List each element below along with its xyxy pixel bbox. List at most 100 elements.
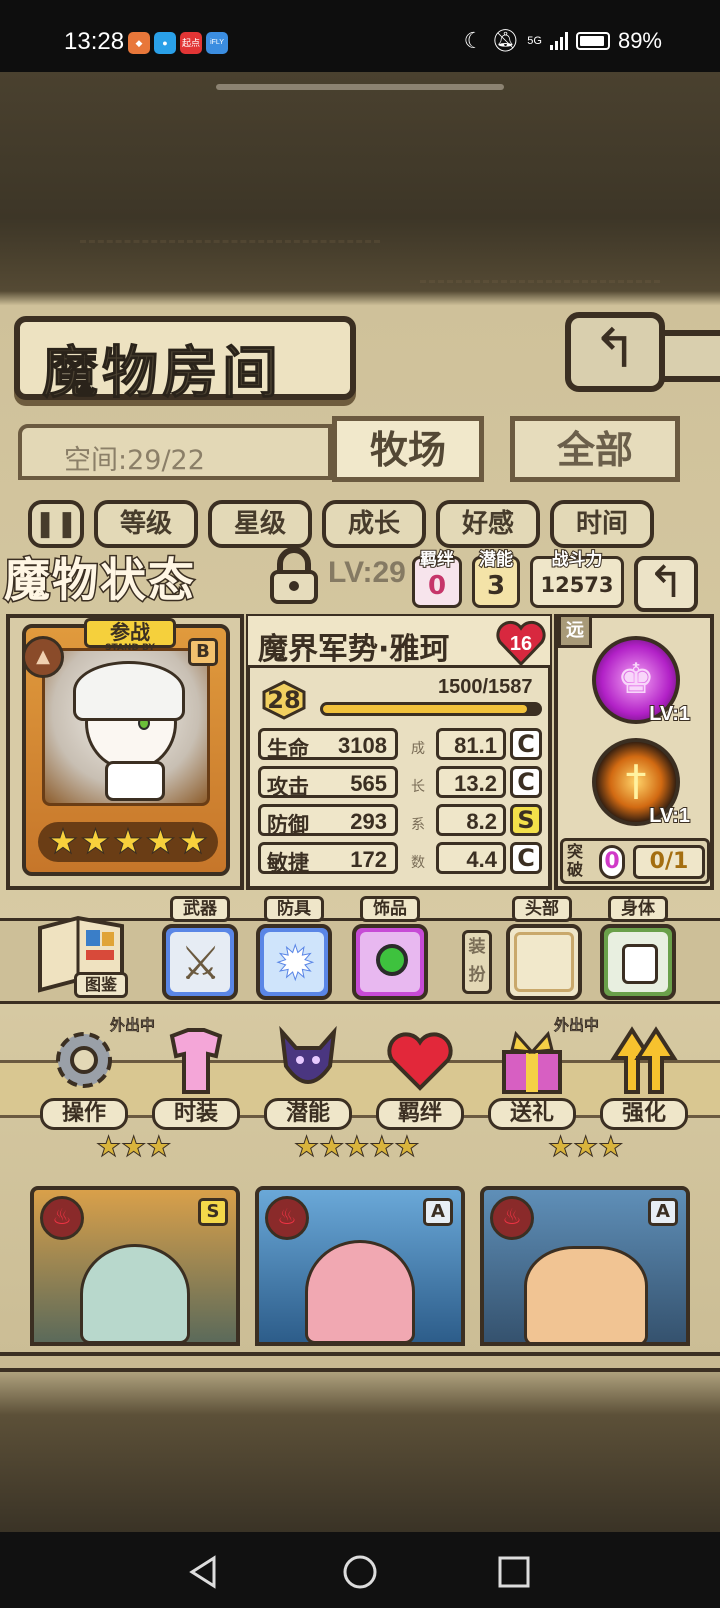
growth-label: 长 xyxy=(411,779,425,795)
affection-heart-icon: 16 xyxy=(496,620,546,667)
rank-badge: B xyxy=(188,638,218,666)
slot-label-armor: 防具 xyxy=(264,896,324,922)
drag-handle[interactable] xyxy=(216,84,504,90)
filter-level[interactable]: 等级 xyxy=(94,500,198,548)
star-icon: ★ xyxy=(177,822,209,863)
range-tag: 远 xyxy=(558,614,592,648)
signal-icon xyxy=(549,32,568,50)
slot-label-weapon: 武器 xyxy=(170,896,230,922)
shadow-demon-icon xyxy=(279,1025,337,1084)
monster-card-thumb[interactable]: ♨ S xyxy=(30,1186,240,1346)
ice-crystal-armor-icon: ✹ xyxy=(264,932,324,992)
filter-star[interactable]: 星级 xyxy=(208,500,312,548)
rank-badge: A xyxy=(423,1198,453,1226)
system-indicators: ☾ 🔕︎ 5G 89% xyxy=(464,28,662,54)
body-slot[interactable] xyxy=(600,924,676,1000)
battery-percent: 89% xyxy=(617,28,662,53)
star-rating: ★★★ xyxy=(547,1130,624,1164)
bottom-rail xyxy=(0,1352,720,1372)
filter-growth[interactable]: 成长 xyxy=(322,500,426,548)
monster-portrait xyxy=(524,1246,648,1342)
hearts-icon xyxy=(387,1032,453,1091)
monster-portrait xyxy=(42,648,210,806)
fire-sword-skill-icon[interactable]: † LV:1 xyxy=(592,738,691,828)
slot-label-head: 头部 xyxy=(512,896,572,922)
filter-time[interactable]: 时间 xyxy=(550,500,654,548)
return-arrow-icon[interactable]: ↰ xyxy=(634,556,698,612)
pause-sort-icon[interactable]: ❚❚ xyxy=(28,500,84,548)
growth-label: 成 xyxy=(411,741,425,757)
eye-accessory-icon xyxy=(360,932,420,992)
star-rating: ★★★★★ xyxy=(38,822,218,863)
status-bar: 13:28 ◆ ● 起点 iFLY ☾ 🔕︎ 5G 89% xyxy=(0,0,720,72)
chess-king-skill-icon[interactable]: ♚ LV:1 xyxy=(592,636,691,726)
slot-label-accessory: 饰品 xyxy=(360,896,420,922)
growth-label: 系 xyxy=(411,817,425,833)
weapon-slot[interactable]: ⚔ xyxy=(162,924,238,1000)
tab-all[interactable]: 全部 xyxy=(510,416,680,482)
navigation-bar xyxy=(0,1532,720,1608)
level-label: LV:29 xyxy=(328,556,406,589)
growth-label: 数 xyxy=(411,855,425,871)
monster-name: 魔界军势·雅珂 xyxy=(258,632,450,667)
monster-card-thumb[interactable]: ♨ A xyxy=(255,1186,465,1346)
back-button-tail xyxy=(660,330,720,382)
fire-element-icon: ♨ xyxy=(40,1196,84,1240)
padlock-icon[interactable] xyxy=(264,546,324,606)
stat-hp: 生命 3108 xyxy=(258,728,398,761)
return-arrow-icon[interactable]: ↰ xyxy=(565,312,665,392)
action-operate[interactable]: 操作 xyxy=(38,1022,130,1132)
action-gift[interactable]: 送礼 xyxy=(486,1022,578,1132)
potential-counter: 潜能 3 xyxy=(472,549,520,608)
network-label: 5G xyxy=(527,35,542,47)
fire-element-icon: ♨ xyxy=(265,1196,309,1240)
moon-icon: ☾ xyxy=(463,28,484,53)
power-counter: 战斗力 12573 xyxy=(530,549,624,608)
mountain-element-icon: ▲ xyxy=(22,636,64,678)
grade-badge: S xyxy=(510,804,542,836)
tab-ranch[interactable]: 牧场 xyxy=(332,416,484,482)
map-decoration xyxy=(80,240,380,243)
xp-text: 1500/1587 xyxy=(438,676,533,698)
monster-body xyxy=(105,761,165,801)
gear-icon xyxy=(56,1032,112,1088)
grade-badge: C xyxy=(510,766,542,798)
star-icon: ★ xyxy=(112,822,144,863)
maid-apron-icon xyxy=(608,932,668,992)
chat-app-icon: ● xyxy=(154,32,176,54)
rank-badge: S xyxy=(198,1198,228,1226)
xp-bar xyxy=(320,702,542,716)
action-potential[interactable]: 潜能 xyxy=(262,1022,354,1132)
head-slot[interactable] xyxy=(506,924,582,1000)
monster-card-thumb[interactable]: ♨ A xyxy=(480,1186,690,1346)
back-triangle-icon[interactable] xyxy=(184,1552,224,1592)
growth-attack: 13.2 xyxy=(436,766,506,798)
upgrade-arrows-icon xyxy=(610,1026,678,1094)
star-rating: ★★★★★ xyxy=(294,1130,421,1164)
filter-bar: ❚❚ 等级 星级 成长 好感 时间 xyxy=(28,500,654,548)
battery-icon xyxy=(575,32,610,50)
monster-card[interactable]: 参战 STAND BY ▲ B ★ ★ ★ ★ ★ xyxy=(22,618,230,876)
notification-icons: ◆ ● 起点 iFLY xyxy=(128,32,228,54)
fire-element-icon: ♨ xyxy=(490,1196,534,1240)
panel-title: 魔物状态 xyxy=(3,552,196,609)
monster-portrait xyxy=(305,1240,415,1342)
filter-affection[interactable]: 好感 xyxy=(436,500,540,548)
space-counter: 空间:29/22 xyxy=(18,424,332,480)
home-circle-icon[interactable] xyxy=(340,1552,380,1592)
growth-hp: 81.1 xyxy=(436,728,506,760)
clock: 13:28 xyxy=(64,28,125,55)
mute-icon: 🔕︎ xyxy=(491,28,520,53)
encyclopedia-label: 图鉴 xyxy=(74,972,128,998)
stat-defense: 防御 293 xyxy=(258,804,398,837)
stat-attack: 攻击 565 xyxy=(258,766,398,799)
monster-hair xyxy=(73,661,185,721)
ifly-app-icon: iFLY xyxy=(206,32,228,54)
recents-square-icon[interactable] xyxy=(494,1552,534,1592)
accessory-slot[interactable] xyxy=(352,924,428,1000)
action-outfit[interactable]: 时装 xyxy=(150,1022,242,1132)
bond-counter: 羁绊 0 xyxy=(412,549,462,608)
armor-slot[interactable]: ✹ xyxy=(256,924,332,1000)
action-enhance[interactable]: 强化 xyxy=(598,1022,690,1132)
action-bond[interactable]: 羁绊 xyxy=(374,1022,466,1132)
